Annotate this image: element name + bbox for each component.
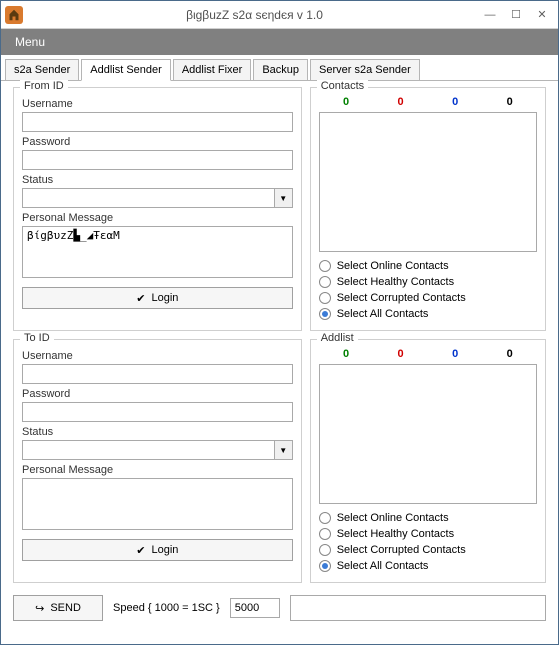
addlist-count-1: 0 (398, 348, 404, 360)
addlist-count-2: 0 (452, 348, 458, 360)
from-username-label: Username (22, 98, 293, 110)
from-status-label: Status (22, 174, 293, 186)
maximize-button[interactable]: ☐ (504, 5, 528, 25)
to-login-button[interactable]: ✔ Login (22, 539, 293, 561)
to-pm-label: Personal Message (22, 464, 293, 476)
tab-backup[interactable]: Backup (253, 59, 308, 80)
send-button[interactable]: ↪ SEND (13, 595, 103, 621)
from-password-input[interactable] (22, 150, 293, 170)
contacts-group: Contacts 0 0 0 0 Select Online Contacts … (310, 87, 546, 331)
from-id-group: From ID Username Password Status ▼ Perso… (13, 87, 302, 331)
contacts-counters: 0 0 0 0 (319, 94, 537, 112)
to-password-label: Password (22, 388, 293, 400)
window-title: βιgβuzZ s2α sєηdєя v 1.0 (31, 8, 478, 22)
from-username-input[interactable] (22, 112, 293, 132)
contacts-radio-corrupted[interactable]: Select Corrupted Contacts (319, 290, 537, 306)
from-login-label: Login (152, 292, 179, 304)
to-status-label: Status (22, 426, 293, 438)
content-area: From ID Username Password Status ▼ Perso… (1, 81, 558, 629)
titlebar: βιgβuzZ s2α sєηdєя v 1.0 — ☐ ✕ (1, 1, 558, 29)
to-username-input[interactable] (22, 364, 293, 384)
status-output (290, 595, 546, 621)
addlist-count-0: 0 (343, 348, 349, 360)
contacts-listbox[interactable] (319, 112, 537, 252)
speed-label: Speed { 1000 = 1SC } (113, 602, 220, 614)
addlist-radio-online[interactable]: Select Online Contacts (319, 510, 537, 526)
from-pm-label: Personal Message (22, 212, 293, 224)
contacts-radio-online[interactable]: Select Online Contacts (319, 258, 537, 274)
menubar: Menu (1, 29, 558, 55)
contacts-radio-all[interactable]: Select All Contacts (319, 306, 537, 322)
from-login-button[interactable]: ✔ Login (22, 287, 293, 309)
to-id-legend: To ID (20, 332, 54, 344)
from-status-combo[interactable] (22, 188, 275, 208)
addlist-count-3: 0 (507, 348, 513, 360)
tab-addlist-fixer[interactable]: Addlist Fixer (173, 59, 252, 80)
addlist-radio-corrupted[interactable]: Select Corrupted Contacts (319, 542, 537, 558)
addlist-group: Addlist 0 0 0 0 Select Online Contacts S… (310, 339, 546, 583)
close-button[interactable]: ✕ (530, 5, 554, 25)
tab-s2a-sender[interactable]: s2a Sender (5, 59, 79, 80)
tab-addlist-sender[interactable]: Addlist Sender (81, 59, 171, 81)
contacts-legend: Contacts (317, 80, 368, 92)
tab-server-s2a-sender[interactable]: Server s2a Sender (310, 59, 420, 80)
addlist-counters: 0 0 0 0 (319, 346, 537, 364)
contacts-radio-healthy[interactable]: Select Healthy Contacts (319, 274, 537, 290)
addlist-radiogroup: Select Online Contacts Select Healthy Co… (319, 510, 537, 574)
contacts-count-2: 0 (452, 96, 458, 108)
to-status-dropdown-button[interactable]: ▼ (275, 440, 293, 460)
send-label: SEND (50, 602, 81, 614)
to-pm-textarea[interactable] (22, 478, 293, 530)
contacts-count-1: 0 (398, 96, 404, 108)
app-window: βιgβuzZ s2α sєηdєя v 1.0 — ☐ ✕ Menu s2a … (0, 0, 559, 645)
check-icon: ✔ (136, 544, 145, 557)
to-username-label: Username (22, 350, 293, 362)
bottom-bar: ↪ SEND Speed { 1000 = 1SC } (13, 595, 546, 621)
to-status-combo[interactable] (22, 440, 275, 460)
contacts-count-3: 0 (507, 96, 513, 108)
addlist-radio-all[interactable]: Select All Contacts (319, 558, 537, 574)
speed-input[interactable] (230, 598, 280, 618)
minimize-button[interactable]: — (478, 5, 502, 25)
from-pm-textarea[interactable] (22, 226, 293, 278)
check-icon: ✔ (136, 292, 145, 305)
to-login-label: Login (152, 544, 179, 556)
from-status-dropdown-button[interactable]: ▼ (275, 188, 293, 208)
contacts-radiogroup: Select Online Contacts Select Healthy Co… (319, 258, 537, 322)
from-id-legend: From ID (20, 80, 68, 92)
addlist-legend: Addlist (317, 332, 358, 344)
from-password-label: Password (22, 136, 293, 148)
contacts-count-0: 0 (343, 96, 349, 108)
addlist-radio-healthy[interactable]: Select Healthy Contacts (319, 526, 537, 542)
window-controls: — ☐ ✕ (478, 5, 554, 25)
addlist-listbox[interactable] (319, 364, 537, 504)
to-id-group: To ID Username Password Status ▼ Persona… (13, 339, 302, 583)
menu-button[interactable]: Menu (9, 31, 51, 53)
send-icon: ↪ (35, 602, 44, 615)
app-icon (5, 6, 23, 24)
to-password-input[interactable] (22, 402, 293, 422)
tabbar: s2a Sender Addlist Sender Addlist Fixer … (1, 55, 558, 81)
